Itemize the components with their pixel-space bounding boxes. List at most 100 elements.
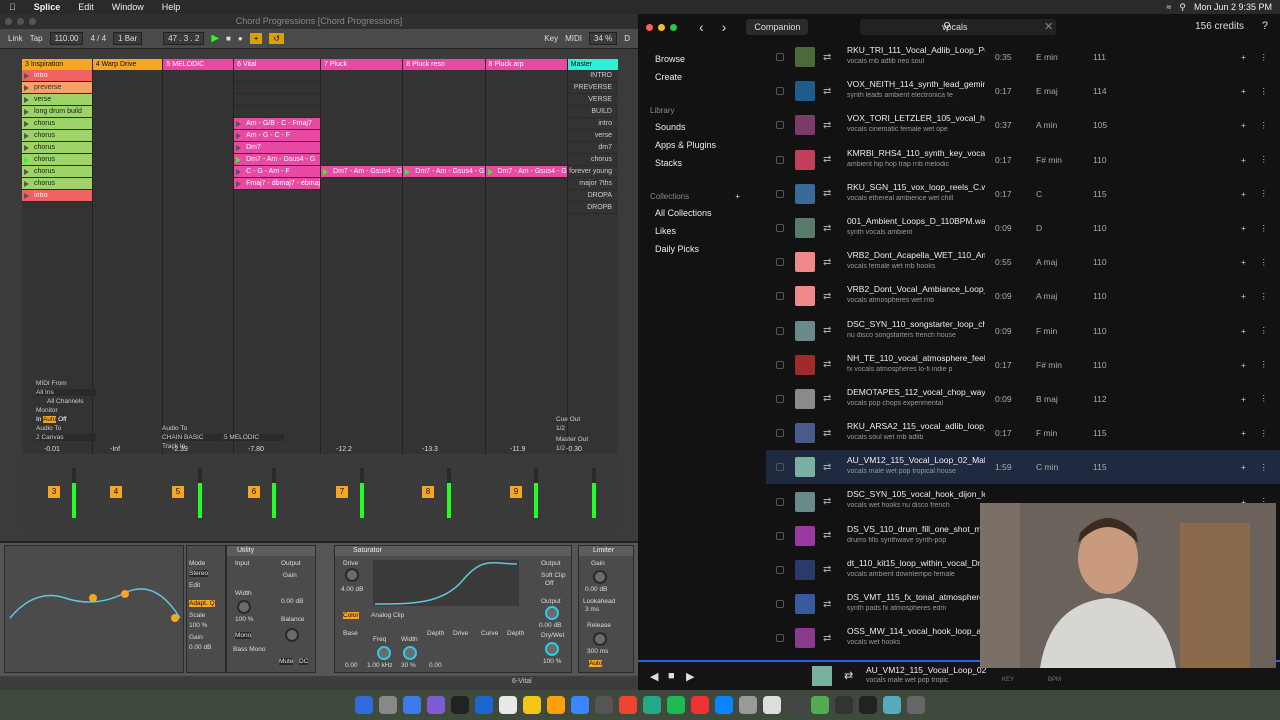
more-icon[interactable]: ⋮ [1260, 257, 1269, 268]
more-icon[interactable]: ⋮ [1260, 52, 1269, 63]
clip[interactable]: chorus [22, 142, 92, 154]
search-input[interactable]: vocals [860, 19, 1056, 35]
close-dot-icon[interactable] [646, 23, 653, 31]
saturator-device[interactable]: Saturator Drive 4.00 dB Color Analog Cli… [334, 545, 572, 673]
master-out-select[interactable]: 1/2 [556, 445, 565, 452]
nav-stacks[interactable]: Stacks [638, 154, 752, 172]
add-icon[interactable]: + [1241, 462, 1246, 472]
more-icon[interactable]: ⋮ [1260, 188, 1269, 199]
sample-tags[interactable]: ambient hip hop trap rnb melodic [847, 161, 985, 168]
lookahead-select[interactable]: 3 ms [585, 606, 599, 613]
scene[interactable]: dm7 [567, 142, 618, 154]
row-checkbox[interactable] [776, 258, 784, 267]
dock-app-icon[interactable] [883, 696, 901, 714]
key-button[interactable]: Key [544, 34, 558, 43]
row-checkbox[interactable] [776, 360, 784, 369]
record-icon[interactable]: ● [238, 34, 243, 43]
row-checkbox[interactable] [776, 87, 784, 96]
scene[interactable]: DROPA [567, 190, 618, 202]
gain-value[interactable]: 0.00 dB [281, 598, 303, 605]
dock-app-icon[interactable] [643, 696, 661, 714]
nav-create[interactable]: Create [638, 68, 752, 86]
color-button[interactable]: Color [343, 612, 359, 619]
dock-app-icon[interactable] [451, 696, 469, 714]
loop-button[interactable]: ↺ [269, 33, 285, 44]
track-header[interactable]: 8 Pluck arp [485, 59, 567, 70]
sample-name[interactable]: 001_Ambient_Loops_D_110BPM.wav [847, 216, 985, 226]
sample-name[interactable]: dt_110_kit15_loop_within_vocal_Dma [847, 558, 985, 568]
eq-mode-select[interactable]: Stereo [189, 570, 209, 577]
dock-app-icon[interactable] [763, 696, 781, 714]
mode-select[interactable]: Analog Clip [371, 612, 404, 619]
track-header[interactable]: 6 Vital [234, 59, 321, 70]
sample-tags[interactable]: vocals male wet pop tropical house [847, 468, 985, 475]
clip-playing[interactable]: Dm7 - Am - Gsus4 - G [403, 166, 485, 178]
sample-row[interactable]: ⇄ AU_VM12_115_Vocal_Loop_02_Male_I vocals … [766, 450, 1280, 485]
row-checkbox[interactable] [776, 600, 784, 609]
scale-value[interactable]: 100 % [189, 622, 207, 629]
cue-out-select[interactable]: 1/2 [556, 425, 565, 432]
clip[interactable]: chorus [22, 130, 92, 142]
next-icon[interactable]: ▶ [686, 670, 694, 683]
dry-wet-knob[interactable] [545, 642, 559, 656]
prev-icon[interactable]: ◀ [650, 670, 658, 683]
clip-playing[interactable]: Dm7 - Am - Gsus4 - G [321, 166, 403, 178]
nav-all-collections[interactable]: All Collections [638, 204, 752, 222]
release-knob[interactable] [593, 632, 607, 646]
clip[interactable]: C - G - Am - F [234, 166, 321, 178]
dock-app-icon[interactable] [667, 696, 685, 714]
add-icon[interactable]: + [1241, 86, 1246, 96]
sample-row[interactable]: ⇄ KMRBI_RHS4_110_synth_key_vocal_lo ambien… [766, 143, 1280, 177]
sample-tags[interactable]: drums fills synthwave synth-pop [847, 537, 985, 544]
automation-button[interactable]: + [249, 33, 263, 44]
row-checkbox[interactable] [776, 189, 784, 198]
track-activator[interactable]: 7 [336, 486, 348, 498]
row-checkbox[interactable] [776, 155, 784, 164]
credits-label[interactable]: 156 credits [1195, 21, 1244, 32]
more-icon[interactable]: ⋮ [1260, 393, 1269, 404]
dock-app-icon[interactable] [427, 696, 445, 714]
track-activator[interactable]: 6 [248, 486, 260, 498]
zoom-dot-icon[interactable] [29, 18, 36, 25]
sample-name[interactable]: NH_TE_110_vocal_atmosphere_feels_F [847, 353, 985, 363]
menu-window[interactable]: Window [103, 2, 153, 12]
wifi-icon[interactable]: ≈ [1166, 2, 1171, 12]
search-icon[interactable]: ⚲ [1179, 2, 1186, 13]
mute-button[interactable]: Mute [279, 658, 294, 665]
row-checkbox[interactable] [776, 224, 784, 233]
more-icon[interactable]: ⋮ [1260, 462, 1269, 473]
base-value[interactable]: 0.00 [345, 662, 358, 669]
utility-device[interactable]: Utility Input Output Gain 0.00 dB Width … [226, 545, 316, 673]
dock-app-icon[interactable] [907, 696, 925, 714]
quantize-menu[interactable]: 1 Bar [113, 32, 143, 45]
menu-app[interactable]: Splice [25, 2, 70, 12]
back-icon[interactable]: ‹ [699, 19, 704, 35]
dock-app-icon[interactable] [619, 696, 637, 714]
monitor-buttons[interactable]: In Auto Off [36, 416, 67, 423]
clock[interactable]: Mon Jun 2 9:35 PM [1194, 2, 1272, 12]
sample-name[interactable]: VRB2_Dont_Vocal_Ambiance_Loop_0 [847, 284, 985, 294]
dock-app-icon[interactable] [355, 696, 373, 714]
dock-app-icon[interactable] [715, 696, 733, 714]
width-value[interactable]: 30 % [401, 662, 416, 669]
device-title[interactable]: Limiter [579, 546, 633, 556]
track-header[interactable]: 5 MELODIC [163, 59, 234, 70]
track-header[interactable]: 8 Pluck reso [403, 59, 485, 70]
scene[interactable]: BUILD [567, 106, 618, 118]
width-knob[interactable] [237, 600, 251, 614]
freq-value[interactable]: 1.00 kHz [367, 662, 393, 669]
clip[interactable]: Fmaj7 - dbmaj7 - ebmaj [234, 178, 321, 190]
row-checkbox[interactable] [776, 326, 784, 335]
scene[interactable]: verse [567, 130, 618, 142]
help-icon[interactable]: ? [1262, 20, 1268, 32]
more-icon[interactable]: ⋮ [1260, 223, 1269, 234]
sample-name[interactable]: DSC_SYN_105_vocal_hook_dijon_lea [847, 489, 985, 499]
more-icon[interactable]: ⋮ [1260, 291, 1269, 302]
midi-button[interactable]: MIDI [565, 34, 582, 43]
add-collection-icon[interactable]: + [735, 192, 740, 201]
add-icon[interactable]: + [1241, 428, 1246, 438]
clip[interactable]: chorus [22, 166, 92, 178]
clip[interactable]: Dm7 [234, 142, 321, 154]
soft-clip-toggle[interactable]: Off [545, 580, 554, 587]
add-icon[interactable]: + [1241, 52, 1246, 62]
